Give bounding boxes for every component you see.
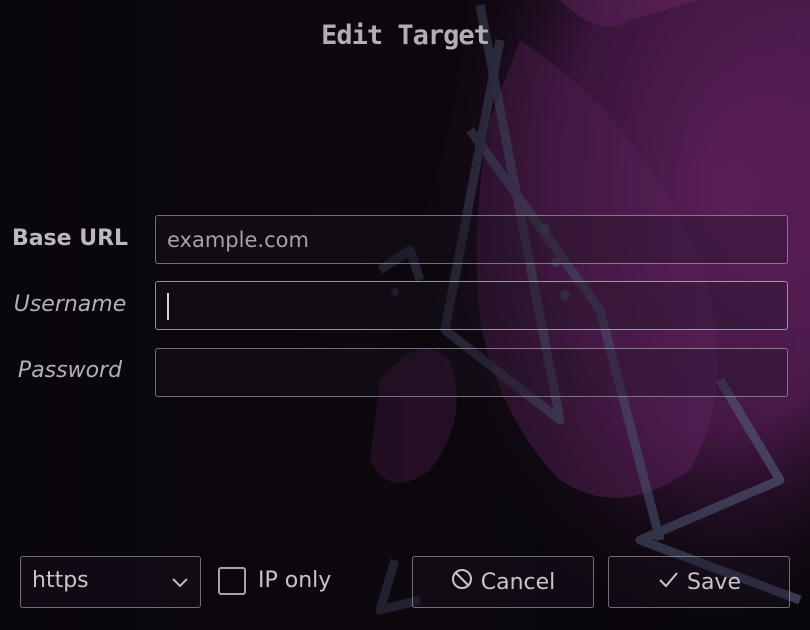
ip-only-label[interactable]: IP only	[258, 568, 331, 593]
chevron-down-icon	[170, 572, 190, 596]
scheme-select-value: https	[32, 568, 89, 593]
base-url-field[interactable]	[155, 215, 788, 264]
base-url-label: Base URL	[11, 226, 129, 251]
scheme-select[interactable]: https	[20, 556, 201, 608]
username-field[interactable]	[155, 281, 788, 330]
save-button[interactable]: Save	[608, 556, 790, 608]
username-input[interactable]	[156, 282, 787, 329]
cancel-button[interactable]: Cancel	[412, 556, 594, 608]
password-input[interactable]	[156, 349, 787, 396]
cancel-icon	[451, 568, 473, 596]
cancel-button-label: Cancel	[480, 569, 556, 595]
password-label: Password	[17, 358, 123, 383]
text-caret	[167, 293, 169, 320]
password-field[interactable]	[155, 348, 788, 397]
base-url-input[interactable]	[156, 216, 787, 263]
dialog-title: Edit Target	[321, 20, 490, 51]
checkmark-icon	[657, 568, 679, 596]
save-button-label: Save	[686, 569, 741, 595]
ip-only-checkbox[interactable]	[218, 567, 246, 595]
username-label: Username	[13, 292, 127, 317]
